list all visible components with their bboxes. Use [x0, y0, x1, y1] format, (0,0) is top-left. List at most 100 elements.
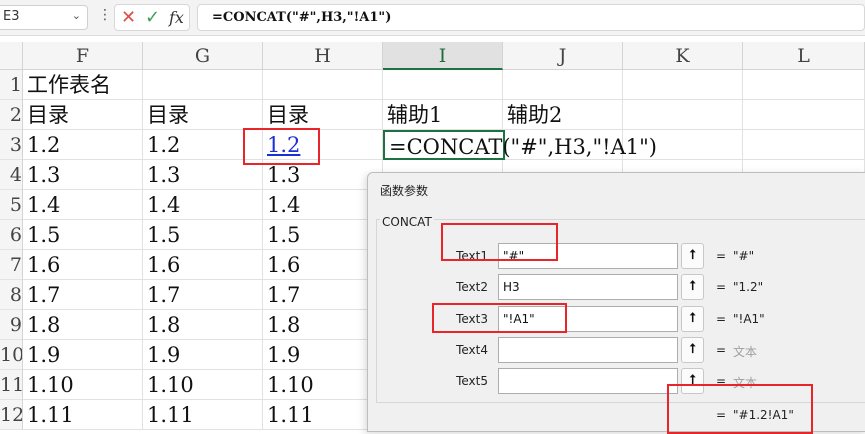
collapse-icon[interactable]: ⭡	[681, 274, 704, 301]
cell-f11[interactable]: 1.10	[23, 370, 143, 400]
cell-h1[interactable]	[263, 70, 383, 100]
row-header[interactable]: 9	[0, 310, 23, 340]
argument-result: "#"	[733, 249, 755, 263]
row-header[interactable]: 12	[0, 400, 23, 430]
chevron-down-icon[interactable]: ⌄	[72, 9, 81, 22]
cell-f6[interactable]: 1.5	[23, 220, 143, 250]
collapse-icon[interactable]: ⭡	[681, 305, 704, 332]
cell-h4[interactable]: 1.3	[263, 160, 383, 190]
argument-label: Text5	[456, 374, 488, 389]
cell-h11[interactable]: 1.10	[263, 370, 383, 400]
cell-g9[interactable]: 1.8	[143, 310, 263, 340]
cell-j2[interactable]: 辅助2	[503, 100, 623, 130]
cell-f10[interactable]: 1.9	[23, 340, 143, 370]
cell-g7[interactable]: 1.6	[143, 250, 263, 280]
cell-f1[interactable]: 工作表名	[23, 70, 143, 100]
cell-l3[interactable]	[743, 130, 865, 160]
cell-g6[interactable]: 1.5	[143, 220, 263, 250]
row-header[interactable]: 2	[0, 100, 23, 130]
argument-label: Text3	[456, 311, 488, 326]
formula-result: "#1.2!A1"	[733, 408, 794, 422]
cell-h9[interactable]: 1.8	[263, 310, 383, 340]
cell-h3[interactable]: 1.2	[263, 130, 383, 160]
confirm-icon[interactable]: ✓	[145, 7, 160, 28]
cell-f7[interactable]: 1.6	[23, 250, 143, 280]
column-header-h[interactable]: H	[263, 42, 383, 70]
cell-h5[interactable]: 1.4	[263, 190, 383, 220]
cell-f8[interactable]: 1.7	[23, 280, 143, 310]
cell-i3[interactable]: =CONCAT("#",H3,"!A1")	[383, 130, 657, 160]
argument-input-2[interactable]: H3	[498, 274, 678, 301]
argument-equals: =	[716, 311, 727, 326]
cell-k1[interactable]	[623, 70, 743, 100]
argument-input-3[interactable]: "!A1"	[498, 305, 678, 332]
cell-g8[interactable]: 1.7	[143, 280, 263, 310]
function-name: CONCAT	[380, 215, 434, 229]
cell-f12[interactable]: 1.11	[23, 400, 143, 430]
cell-f2[interactable]: 目录	[23, 100, 143, 130]
row-header[interactable]: 6	[0, 220, 23, 250]
argument-equals: =	[716, 342, 727, 357]
argument-result: 文本	[733, 344, 758, 359]
cell-l1[interactable]	[743, 70, 865, 100]
formula-bar: E3 ⌄ ⋮ ✕ ✓ fx =CONCAT("#",H3,"!A1")	[0, 0, 865, 36]
row-header[interactable]: 4	[0, 160, 23, 190]
cell-g10[interactable]: 1.9	[143, 340, 263, 370]
cell-i1[interactable]	[383, 70, 503, 100]
cell-g3[interactable]: 1.2	[143, 130, 263, 160]
column-header-i[interactable]: I	[383, 42, 503, 70]
cell-g1[interactable]	[143, 70, 263, 100]
cell-h10[interactable]: 1.9	[263, 340, 383, 370]
row-header[interactable]: 11	[0, 370, 23, 400]
argument-result: "!A1"	[733, 311, 765, 326]
row-header[interactable]: 3	[0, 130, 23, 160]
result-equals: =	[716, 408, 727, 422]
cell-g12[interactable]: 1.11	[143, 400, 263, 430]
argument-input-5[interactable]	[498, 368, 678, 395]
collapse-icon[interactable]: ⭡	[681, 336, 704, 363]
row-header[interactable]: 10	[0, 340, 23, 370]
row-header[interactable]: 1	[0, 70, 23, 100]
hyperlink-h3[interactable]: 1.2	[267, 133, 300, 157]
column-header-k[interactable]: K	[623, 42, 743, 70]
cell-f9[interactable]: 1.8	[23, 310, 143, 340]
cell-h12[interactable]: 1.11	[263, 400, 383, 430]
column-header-f[interactable]: F	[23, 42, 143, 70]
row-header[interactable]: 5	[0, 190, 23, 220]
name-box[interactable]: E3 ⌄	[0, 5, 88, 30]
cell-f5[interactable]: 1.4	[23, 190, 143, 220]
cell-g4[interactable]: 1.3	[143, 160, 263, 190]
cell-h7[interactable]: 1.6	[263, 250, 383, 280]
cell-j1[interactable]	[503, 70, 623, 100]
row-header[interactable]: 8	[0, 280, 23, 310]
formula-input[interactable]: =CONCAT("#",H3,"!A1")	[197, 4, 865, 31]
cell-h8[interactable]: 1.7	[263, 280, 383, 310]
cell-k2[interactable]	[623, 100, 743, 130]
insert-function-icon[interactable]: fx	[169, 8, 184, 27]
cell-h6[interactable]: 1.5	[263, 220, 383, 250]
column-headers: F G H I J K L	[0, 42, 865, 70]
argument-input-4[interactable]	[498, 336, 678, 363]
column-header-j[interactable]: J	[503, 42, 623, 70]
cell-i2[interactable]: 辅助1	[383, 100, 503, 130]
row-header[interactable]: 7	[0, 250, 23, 280]
argument-input-1[interactable]: "#"	[498, 243, 678, 269]
cancel-icon[interactable]: ✕	[121, 7, 136, 28]
column-header-l[interactable]: L	[743, 42, 865, 70]
select-all-corner[interactable]	[0, 42, 23, 70]
argument-result: 文本	[733, 376, 758, 391]
more-icon[interactable]: ⋮	[98, 7, 112, 23]
argument-equals: =	[716, 374, 727, 389]
cell-g11[interactable]: 1.10	[143, 370, 263, 400]
cell-g2[interactable]: 目录	[143, 100, 263, 130]
cell-f3[interactable]: 1.2	[23, 130, 143, 160]
collapse-icon[interactable]: ⭡	[681, 368, 704, 395]
argument-label: Text4	[456, 342, 488, 357]
argument-equals: =	[716, 249, 727, 263]
cell-l2[interactable]	[743, 100, 865, 130]
collapse-icon[interactable]: ⭡	[681, 243, 704, 269]
cell-g5[interactable]: 1.4	[143, 190, 263, 220]
column-header-g[interactable]: G	[143, 42, 263, 70]
cell-h2[interactable]: 目录	[263, 100, 383, 130]
cell-f4[interactable]: 1.3	[23, 160, 143, 190]
